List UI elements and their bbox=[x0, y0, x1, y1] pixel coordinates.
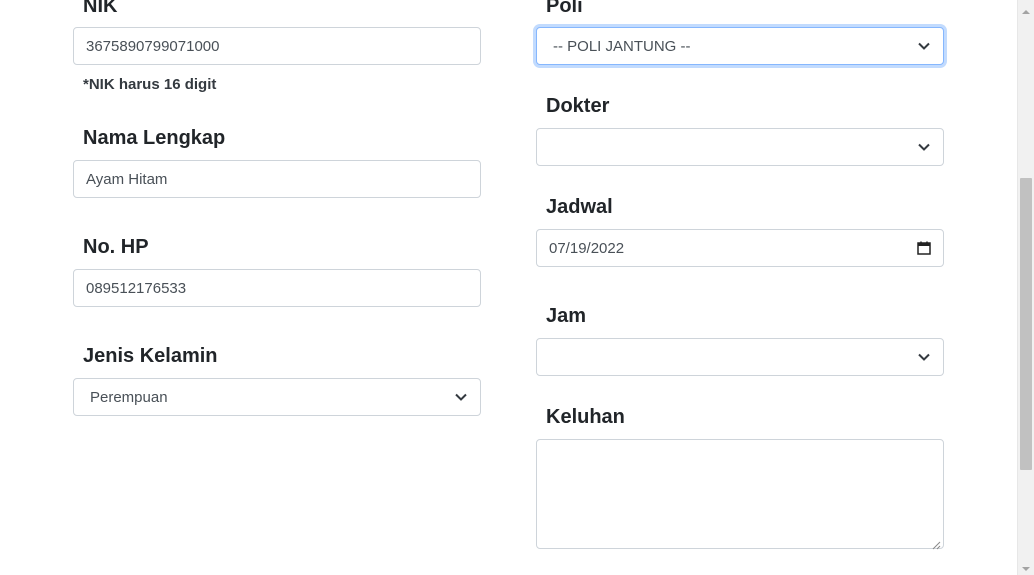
jenis-kelamin-select[interactable]: Perempuan bbox=[73, 378, 481, 416]
jenis-kelamin-label: Jenis Kelamin bbox=[83, 345, 218, 367]
chevron-down-icon bbox=[454, 390, 468, 404]
nama-lengkap-input[interactable]: Ayam Hitam bbox=[73, 160, 481, 198]
nik-input-value: 3675890799071000 bbox=[86, 37, 220, 55]
resize-grip-icon[interactable] bbox=[932, 537, 941, 550]
chevron-down-icon bbox=[917, 39, 931, 53]
no-hp-label: No. HP bbox=[83, 236, 149, 258]
keluhan-label: Keluhan bbox=[546, 406, 625, 428]
poli-selected: -- POLI JANTUNG -- bbox=[553, 37, 691, 55]
dokter-label: Dokter bbox=[546, 95, 610, 117]
chevron-down-icon bbox=[917, 350, 931, 364]
jadwal-label: Jadwal bbox=[546, 196, 613, 218]
poli-label: Poli bbox=[546, 0, 583, 17]
jadwal-date-input[interactable]: 07/19/2022 bbox=[536, 229, 944, 267]
no-hp-input[interactable]: 089512176533 bbox=[73, 269, 481, 307]
chevron-down-icon bbox=[917, 140, 931, 154]
keluhan-textarea[interactable] bbox=[536, 439, 944, 550]
nik-input[interactable]: 3675890799071000 bbox=[73, 27, 481, 65]
jam-label: Jam bbox=[546, 305, 587, 327]
scroll-up-arrow-icon[interactable] bbox=[1021, 4, 1031, 14]
nik-hint: *NIK harus 16 digit bbox=[83, 76, 217, 93]
jam-select[interactable] bbox=[536, 338, 944, 376]
nik-label: NIK bbox=[83, 0, 118, 17]
scroll-down-arrow-icon[interactable] bbox=[1021, 561, 1031, 571]
registration-form: NIK 3675890799071000 *NIK harus 16 digit… bbox=[0, 0, 1034, 575]
no-hp-input-value: 089512176533 bbox=[86, 279, 187, 297]
nama-lengkap-input-value: Ayam Hitam bbox=[86, 170, 168, 188]
jenis-kelamin-selected: Perempuan bbox=[90, 388, 168, 406]
poli-select[interactable]: -- POLI JANTUNG -- bbox=[536, 27, 944, 65]
dokter-select[interactable] bbox=[536, 128, 944, 166]
page-scrollbar[interactable] bbox=[1017, 0, 1034, 575]
scrollbar-thumb[interactable] bbox=[1020, 178, 1032, 470]
calendar-icon[interactable] bbox=[917, 241, 931, 255]
nama-lengkap-label: Nama Lengkap bbox=[83, 127, 226, 149]
jadwal-date-value: 07/19/2022 bbox=[549, 239, 625, 257]
